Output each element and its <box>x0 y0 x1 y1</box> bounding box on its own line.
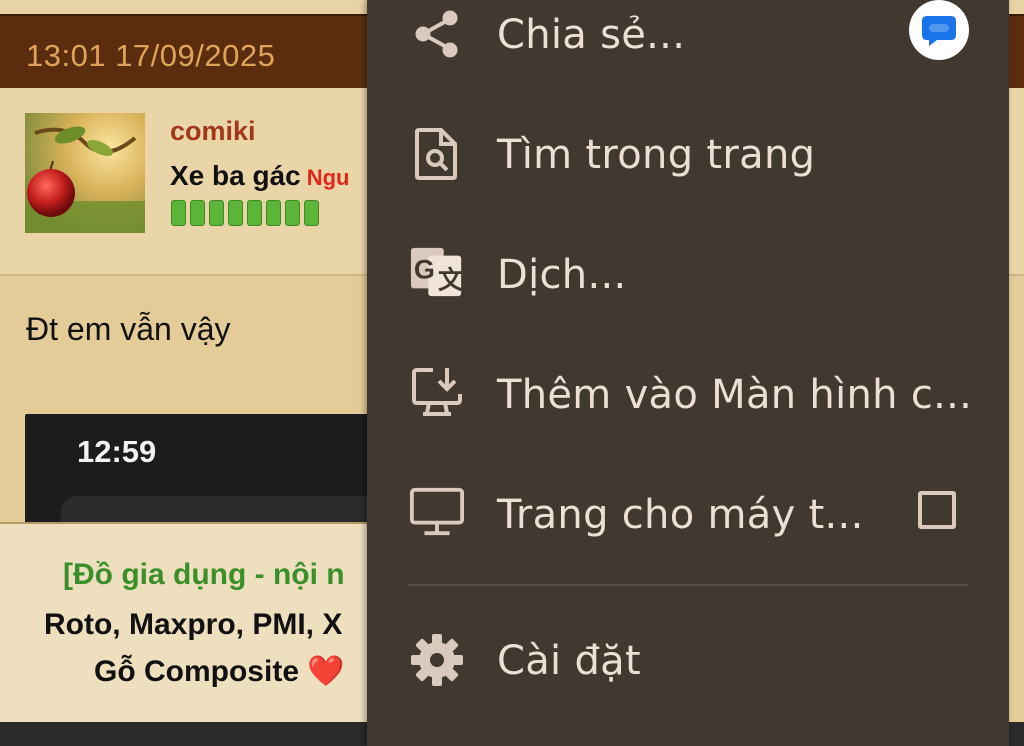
find-in-page-icon <box>409 126 465 182</box>
user-rank: Xe ba gác Ngu <box>170 160 350 192</box>
avatar[interactable] <box>25 113 145 233</box>
menu-item-settings[interactable]: Cài đặt <box>367 610 1009 710</box>
embedded-screenshot-image[interactable]: 12:59 <box>25 414 425 534</box>
menu-item-translate[interactable]: G 文 Dịch... <box>367 224 1009 324</box>
menu-item-translate-label: Dịch... <box>497 252 627 298</box>
menu-item-desktop-site[interactable]: Trang cho máy t... <box>367 464 1009 564</box>
share-icon <box>409 6 465 62</box>
desktop-icon <box>409 484 465 540</box>
browser-overflow-menu: Chia sẻ... Tìm trong trang G 文 Dịch... T… <box>367 0 1009 746</box>
ad-category: [Đồ gia dụng - nội n <box>63 558 345 591</box>
heart-icon: ❤️ <box>307 655 345 688</box>
apple-avatar-image <box>25 113 145 233</box>
menu-item-settings-label: Cài đặt <box>497 638 641 684</box>
menu-item-add-home-label: Thêm vào Màn hình c... <box>497 372 973 418</box>
svg-text:G: G <box>414 255 435 285</box>
reputation-pip <box>190 200 205 226</box>
reputation-pip <box>285 200 300 226</box>
user-status-label: Ngu <box>306 165 350 190</box>
reputation-pip <box>209 200 224 226</box>
desktop-site-checkbox[interactable] <box>918 491 956 529</box>
embedded-clock: 12:59 <box>77 434 157 469</box>
translate-icon: G 文 <box>409 244 465 300</box>
post-timestamp: 13:01 17/09/2025 <box>26 38 276 73</box>
add-to-home-screen-icon <box>409 364 465 420</box>
svg-text:文: 文 <box>438 265 464 294</box>
username-link[interactable]: comiki <box>170 116 256 147</box>
user-rank-title: Xe ba gác <box>170 160 301 191</box>
ad-product-text: Gỗ Composite <box>94 655 300 688</box>
menu-divider <box>407 584 969 586</box>
settings-icon <box>409 632 465 688</box>
reputation-pip <box>304 200 319 226</box>
menu-item-share[interactable]: Chia sẻ... <box>367 0 1009 84</box>
menu-item-share-label: Chia sẻ... <box>497 12 686 58</box>
reputation-pip <box>171 200 186 226</box>
ad-brands: Roto, Maxpro, PMI, X <box>44 608 343 641</box>
menu-item-find-label: Tìm trong trang <box>497 132 816 178</box>
reputation-pip <box>228 200 243 226</box>
messages-app-icon[interactable] <box>909 0 969 60</box>
ad-product: Gỗ Composite ❤️ <box>94 654 345 689</box>
reputation-bar <box>171 200 319 226</box>
menu-item-desktop-label: Trang cho máy t... <box>497 492 864 538</box>
menu-item-add-to-home-screen[interactable]: Thêm vào Màn hình c... <box>367 344 1009 444</box>
post-message: Đt em vẫn vậy <box>26 311 231 347</box>
reputation-pip <box>247 200 262 226</box>
menu-item-find-in-page[interactable]: Tìm trong trang <box>367 104 1009 204</box>
reputation-pip <box>266 200 281 226</box>
